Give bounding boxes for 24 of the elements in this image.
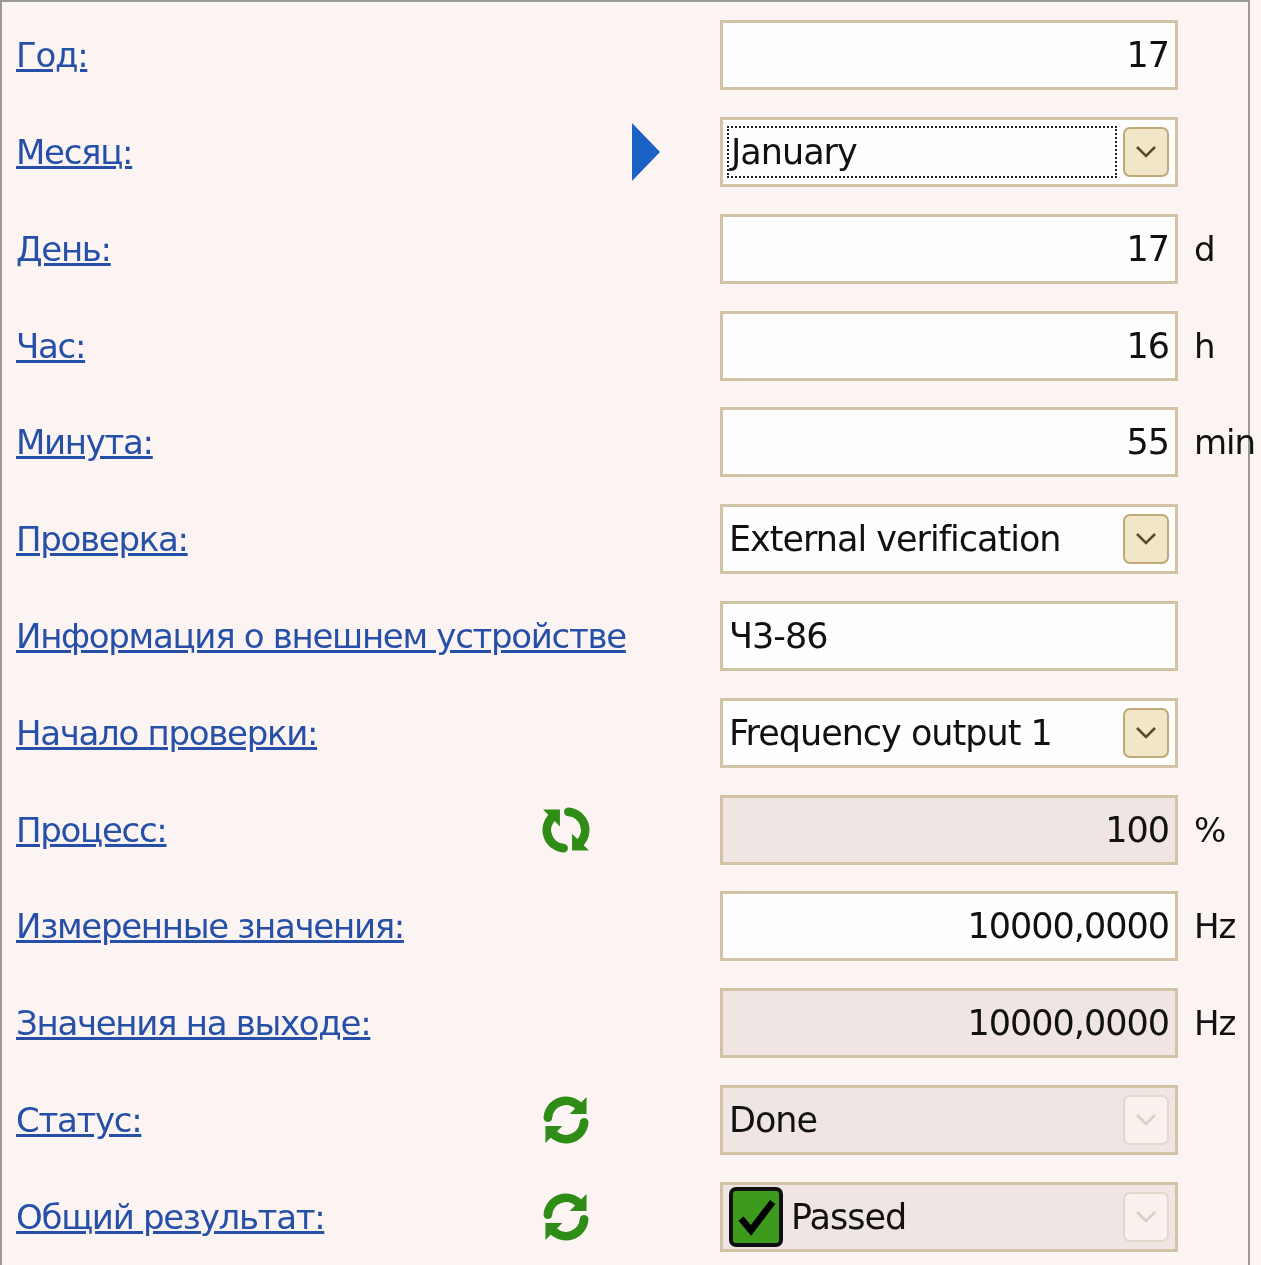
- field-label-link[interactable]: Час:: [16, 325, 86, 366]
- dropdown[interactable]: Frequency output 1: [720, 697, 1178, 768]
- unit-label: min: [1194, 422, 1256, 463]
- input-field[interactable]: 16: [720, 310, 1178, 381]
- input-field[interactable]: 10000,0000: [720, 891, 1178, 962]
- field-label-link[interactable]: Начало проверки:: [16, 712, 318, 753]
- field-label-link[interactable]: Год:: [16, 35, 88, 76]
- unit-label: %: [1194, 809, 1226, 850]
- input-field[interactable]: 17: [720, 20, 1178, 91]
- input-field[interactable]: Ч3-86: [720, 600, 1178, 671]
- field-label-link[interactable]: Измеренные значения:: [16, 906, 404, 947]
- field-label-link[interactable]: День:: [16, 228, 111, 269]
- field-label-link[interactable]: Информация о внешнем устройстве: [16, 615, 626, 656]
- unit-label: h: [1194, 325, 1215, 366]
- unit-label: d: [1194, 228, 1215, 269]
- field-label-link[interactable]: Проверка:: [16, 519, 188, 560]
- input-field[interactable]: 17: [720, 213, 1178, 284]
- dropdown[interactable]: January: [720, 117, 1178, 188]
- unit-label: Hz: [1194, 906, 1236, 947]
- unit-label: Hz: [1194, 1003, 1236, 1044]
- dropdown[interactable]: External verification: [720, 504, 1178, 575]
- input-field[interactable]: 55: [720, 407, 1178, 478]
- field-label-link[interactable]: Минута:: [16, 422, 153, 463]
- field-label-link[interactable]: Месяц:: [16, 132, 133, 173]
